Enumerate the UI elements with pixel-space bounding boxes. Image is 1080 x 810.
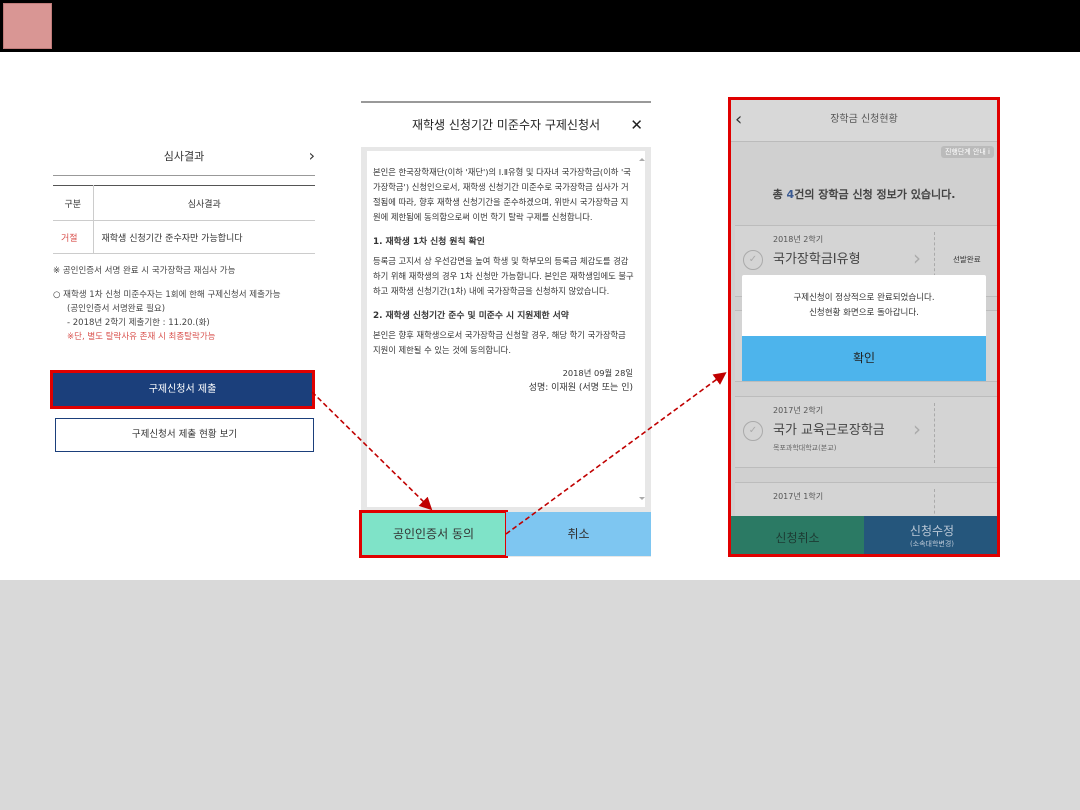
top-bar xyxy=(0,0,1080,52)
edit-application-button[interactable]: 신청수정 (소속대학변경) xyxy=(864,516,997,554)
count-prefix: 총 xyxy=(772,188,787,201)
application-count: 총 4건의 장학금 신청 정보가 있습니다. xyxy=(731,186,997,202)
dialog-line: 신청현황 화면으로 돌아갑니다. xyxy=(809,308,919,318)
status-title: 장학금 신청현황 xyxy=(830,114,898,125)
modal-title: 재학생 신청기간 미준수자 구제신청서 xyxy=(411,118,601,132)
check-icon: ✓ xyxy=(743,421,763,441)
result-detail: 재학생 신청기간 준수자만 가능합니다 xyxy=(93,220,315,254)
relief-info: ○ 재학생 1차 신청 미준수자는 1회에 한해 구제신청서 제출가능 (공인인… xyxy=(53,288,315,344)
card-term: 2017년 2학기 xyxy=(773,406,824,415)
table-header: 심사결과 xyxy=(93,185,315,221)
card-status: 선발완료 xyxy=(953,255,981,264)
deadline-text: - 2018년 2학기 제출기한 : 11.20.(화) xyxy=(67,318,210,328)
chevron-right-icon[interactable]: › xyxy=(309,140,315,172)
card-school: 목포과학대학교(본교) xyxy=(773,444,837,452)
card-divider xyxy=(934,403,935,463)
card-scholarship-name: 국가장학금Ⅰ유형 xyxy=(773,252,861,267)
reexam-note: ※ 공인인증서 서명 완료 시 국가장학금 재심사 가능 xyxy=(53,266,236,276)
submit-relief-button[interactable]: 구제신청서 제출 xyxy=(50,370,315,409)
warning-text: ※단, 별도 탈락사유 존재 시 최종탈락가능 xyxy=(67,332,216,342)
status-nav-bar: ‹ 장학금 신청현황 xyxy=(731,100,997,142)
paragraph: 본인은 한국장학재단(이하 '재단')의 Ⅰ.Ⅱ유형 및 다자녀 국가장학금(이… xyxy=(373,167,631,222)
chevron-right-icon: › xyxy=(913,246,921,270)
section-heading: 2. 재학생 신청기간 준수 및 미준수 시 지원제한 서약 xyxy=(373,311,569,321)
dialog-line: 구제신청이 정상적으로 완료되었습니다. xyxy=(793,293,935,303)
relief-form-modal: 재학생 신청기간 미준수자 구제신청서 ✕ 본인은 한국장학재단(이하 '재단'… xyxy=(361,101,651,557)
modal-body: 본인은 한국장학재단(이하 '재단')의 Ⅰ.Ⅱ유형 및 다자녀 국가장학금(이… xyxy=(367,151,645,507)
paragraph: 등록금 고지서 상 우선감면을 높여 학생 및 학부모의 등록금 체감도를 경감… xyxy=(373,256,634,296)
section-heading: 1. 재학생 1차 신청 원칙 확인 xyxy=(373,237,485,247)
close-icon[interactable]: ✕ xyxy=(630,103,643,147)
card-term: 2018년 2학기 xyxy=(773,235,824,244)
signature-line: 성명: 이재원 (서명 또는 인) xyxy=(528,383,633,393)
count-suffix: 건의 장학금 신청 정보가 있습니다. xyxy=(794,188,956,201)
certificate-agree-button[interactable]: 공인인증서 동의 xyxy=(359,510,508,558)
relief-sub-text: (공인인증서 서명완료 필요) xyxy=(67,304,166,314)
review-result-title: 심사결과 xyxy=(163,150,205,163)
application-status-screen: ‹ 장학금 신청현황 진행단계 안내 i 총 4건의 장학금 신청 정보가 있습… xyxy=(728,97,1000,557)
view-relief-status-button[interactable]: 구제신청서 제출 현황 보기 xyxy=(55,418,314,452)
cancel-button[interactable]: 취소 xyxy=(506,512,651,556)
signed-date: 2018년 09월 28일 xyxy=(562,368,633,378)
modal-header: 재학생 신청기간 미준수자 구제신청서 ✕ xyxy=(361,103,651,147)
cancel-application-button[interactable]: 신청취소 xyxy=(731,516,864,554)
dialog-ok-button[interactable]: 확인 xyxy=(742,336,986,381)
paragraph: 본인은 향후 재학생으로서 국가장학금 신청할 경우, 해당 학기 국가장학금 … xyxy=(373,330,626,355)
review-result-table: 구분 심사결과 거절 재학생 신청기간 준수자만 가능합니다 xyxy=(53,185,315,254)
list-item[interactable]: ✓ 2017년 2학기 국가 교육근로장학금 목포과학대학교(본교) › xyxy=(735,396,997,468)
result-status: 거절 xyxy=(53,220,94,254)
review-result-panel: 심사결과 › 구분 심사결과 거절 재학생 신청기간 준수자만 가능합니다 ※ … xyxy=(53,140,315,344)
relief-main-text: ○ 재학생 1차 신청 미준수자는 1회에 한해 구제신청서 제출가능 xyxy=(53,290,281,300)
card-term: 2017년 1학기 xyxy=(773,492,824,501)
review-result-header: 심사결과 › xyxy=(53,140,315,176)
slide-marker xyxy=(3,3,52,49)
back-icon[interactable]: ‹ xyxy=(735,100,742,140)
edit-label: 신청수정 xyxy=(909,524,955,538)
card-scholarship-name: 국가 교육근로장학금 xyxy=(773,423,885,438)
card-divider xyxy=(934,489,935,519)
modal-scrollbar[interactable] xyxy=(637,155,645,503)
table-row: 거절 재학생 신청기간 준수자만 가능합니다 xyxy=(53,220,315,254)
table-header: 구분 xyxy=(53,185,94,221)
chevron-right-icon: › xyxy=(913,417,921,441)
check-icon: ✓ xyxy=(743,250,763,270)
completion-dialog: 구제신청이 정상적으로 완료되었습니다. 신청현황 화면으로 돌아갑니다. 확인 xyxy=(742,275,986,381)
edit-sublabel: (소속대학변경) xyxy=(909,540,955,548)
bottom-area xyxy=(0,580,1080,810)
dialog-message: 구제신청이 정상적으로 완료되었습니다. 신청현황 화면으로 돌아갑니다. xyxy=(742,291,986,321)
progress-guide-badge[interactable]: 진행단계 안내 i xyxy=(940,146,994,158)
